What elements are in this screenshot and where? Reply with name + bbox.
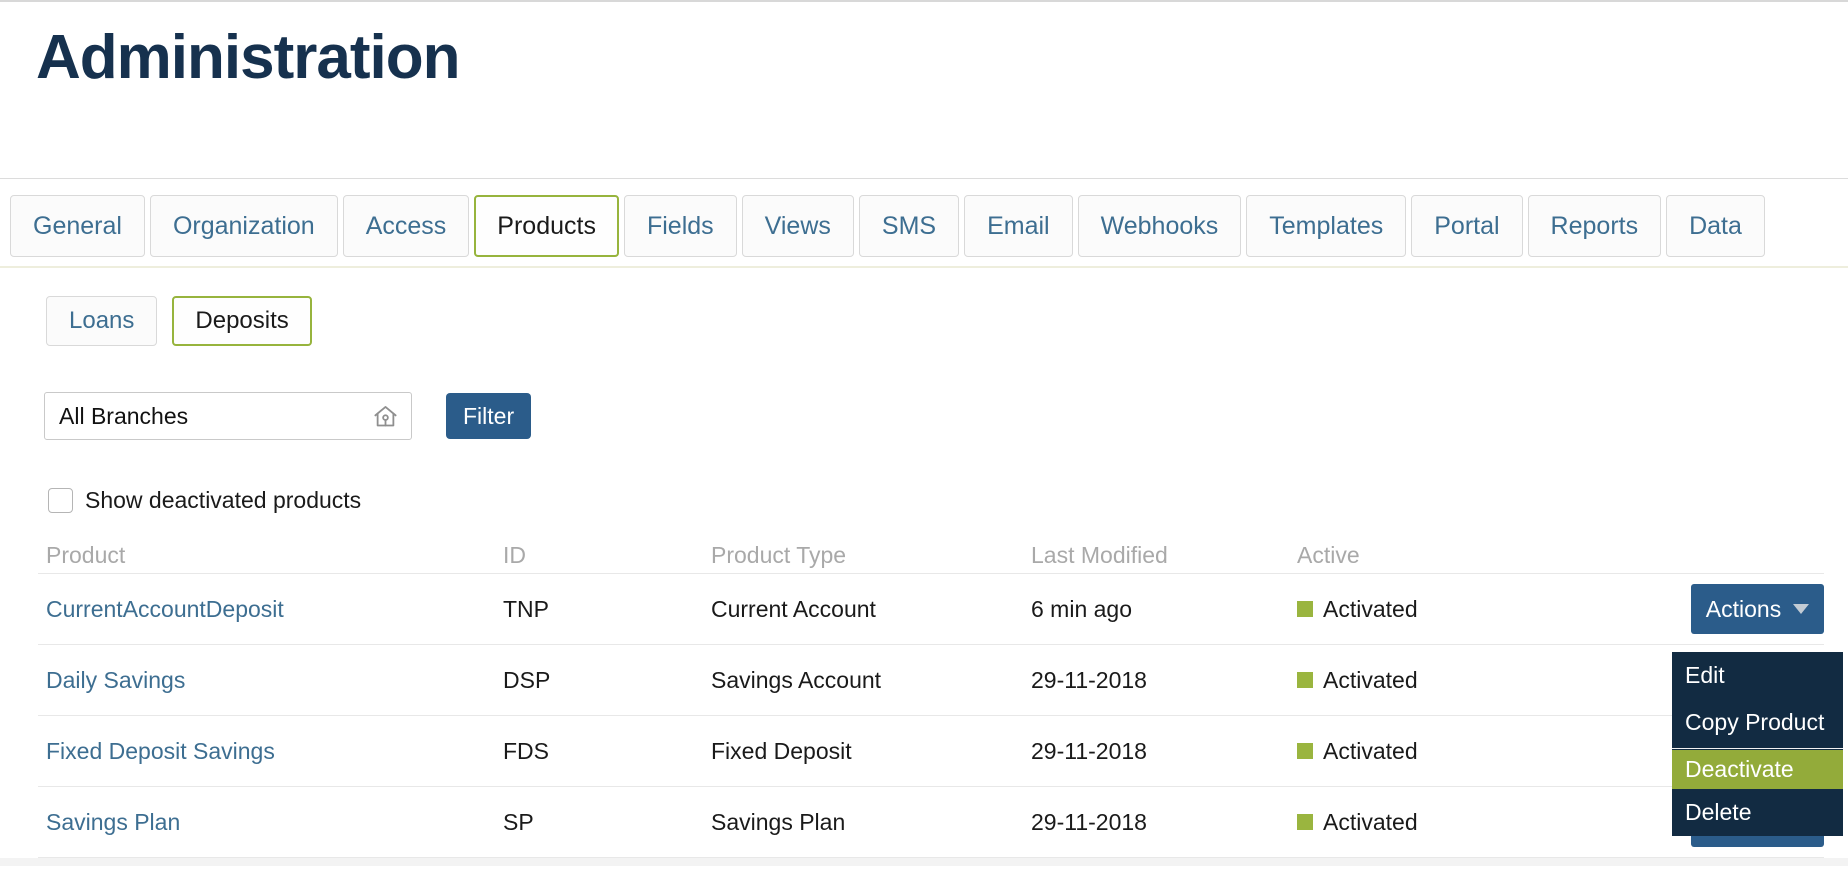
actions-button[interactable]: Actions [1691,584,1824,634]
actions-dropdown-menu: Edit Copy Product Deactivate Delete [1672,652,1843,836]
table-row: Fixed Deposit Savings FDS Fixed Deposit … [38,716,1824,787]
product-id: DSP [503,666,551,693]
title-bar: Administration [0,2,1848,178]
product-link[interactable]: Daily Savings [46,667,185,693]
product-type: Savings Plan [711,808,846,835]
menu-item-copy-product[interactable]: Copy Product [1672,699,1843,746]
tab-products[interactable]: Products [474,195,619,257]
tab-portal[interactable]: Portal [1411,195,1523,257]
tab-access[interactable]: Access [342,195,470,257]
product-link[interactable]: Fixed Deposit Savings [46,738,275,764]
filter-button[interactable]: Filter [446,393,532,439]
last-modified: 6 min ago [1031,595,1133,622]
tab-views[interactable]: Views [741,195,854,257]
column-header-active: Active [1297,542,1360,568]
menu-divider [1672,748,1843,749]
branch-filter-select[interactable]: All Branches [44,392,412,440]
column-header-modified: Last Modified [1031,542,1168,568]
home-icon [372,403,399,430]
table-header-row: Product ID Product Type Last Modified Ac… [38,538,1824,574]
last-modified: 29-11-2018 [1031,737,1147,764]
product-link[interactable]: Savings Plan [46,809,180,835]
show-deactivated-label: Show deactivated products [85,487,362,513]
status-square-icon [1297,743,1313,759]
tab-sms[interactable]: SMS [858,195,960,257]
table-row: CurrentAccountDeposit TNP Current Accoun… [38,574,1824,645]
column-header-id: ID [503,542,526,568]
product-type: Fixed Deposit [711,737,852,764]
status-badge: Activated [1297,809,1557,836]
column-header-product: Product [46,542,126,568]
tab-organization[interactable]: Organization [149,195,338,257]
status-badge: Activated [1297,738,1557,765]
menu-item-delete[interactable]: Delete [1672,789,1843,836]
status-square-icon [1297,814,1313,830]
menu-item-deactivate[interactable]: Deactivate [1672,750,1843,789]
column-header-type: Product Type [711,542,847,568]
bottom-strip [0,858,1848,866]
last-modified: 29-11-2018 [1031,666,1147,693]
product-id: FDS [503,737,549,764]
tab-reports[interactable]: Reports [1527,195,1662,257]
product-id: SP [503,808,534,835]
tab-templates[interactable]: Templates [1246,195,1407,257]
show-deactivated-row: Show deactivated products [0,440,1848,514]
filter-row: All Branches Filter [0,346,1848,440]
status-badge: Activated [1297,596,1557,623]
administration-page: Administration General Organization Acce… [0,0,1848,874]
subtab-deposits[interactable]: Deposits [172,296,312,346]
subtab-loans[interactable]: Loans [46,296,158,346]
tab-email[interactable]: Email [964,195,1073,257]
menu-item-edit[interactable]: Edit [1672,652,1843,699]
tab-fields[interactable]: Fields [623,195,737,257]
product-type: Savings Account [711,666,882,693]
chevron-down-icon [1793,604,1810,614]
status-square-icon [1297,672,1313,688]
table-row: Savings Plan SP Savings Plan 29-11-2018 … [38,787,1824,858]
show-deactivated-checkbox[interactable] [48,488,73,513]
status-square-icon [1297,601,1313,617]
branch-filter-value: All Branches [59,402,189,429]
last-modified: 29-11-2018 [1031,808,1147,835]
products-table: Product ID Product Type Last Modified Ac… [38,538,1824,858]
product-type-subtabs: Loans Deposits [0,268,1848,346]
product-type: Current Account [711,595,876,622]
status-badge: Activated [1297,667,1557,694]
page-title: Administration [36,23,460,92]
product-link[interactable]: CurrentAccountDeposit [46,596,284,622]
product-id: TNP [503,595,549,622]
tab-general[interactable]: General [10,195,145,257]
tab-data[interactable]: Data [1666,195,1765,257]
admin-tab-bar: General Organization Access Products Fie… [0,179,1848,266]
tab-webhooks[interactable]: Webhooks [1077,195,1242,257]
table-row: Daily Savings DSP Savings Account 29-11-… [38,645,1824,716]
